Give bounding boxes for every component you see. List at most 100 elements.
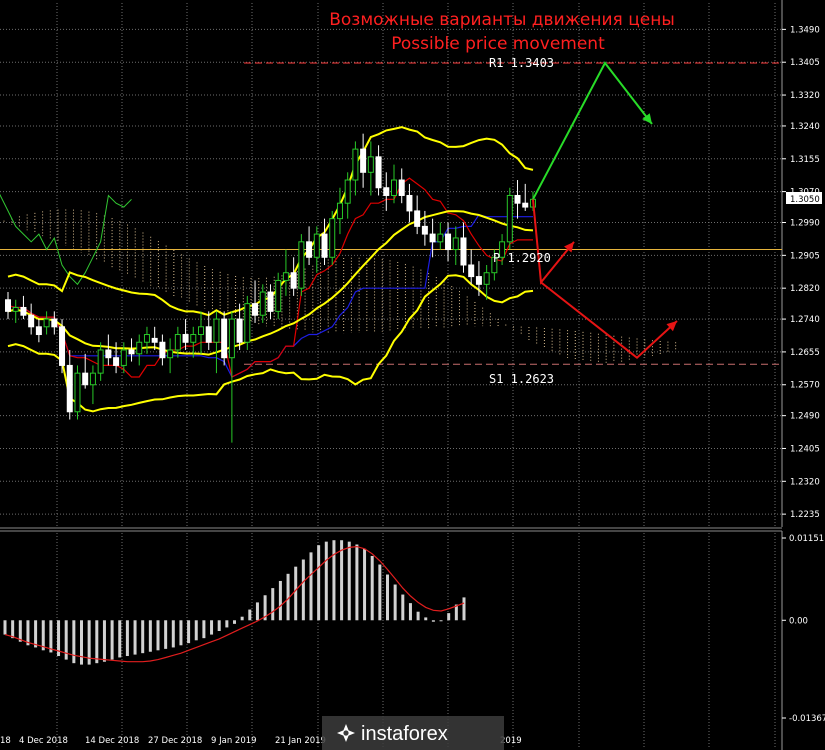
price-tick-label: 1.2405 — [790, 444, 820, 454]
candle-body — [468, 264, 475, 278]
macd-bar — [3, 620, 7, 635]
macd-bar — [355, 544, 359, 621]
macd-bar — [301, 559, 305, 621]
candle-body — [414, 210, 421, 227]
macd-bar — [102, 620, 106, 662]
macd-bar — [164, 620, 168, 649]
macd-bar — [271, 588, 275, 621]
candle-body — [244, 303, 251, 343]
macd-bar — [386, 574, 389, 621]
macd-bar — [240, 616, 244, 621]
price-tick-label: 1.3490 — [790, 25, 820, 35]
pivot-level-label: P 1.2920 — [493, 251, 551, 265]
price-tick-label: 1.2320 — [790, 477, 820, 487]
macd-bar — [156, 620, 160, 651]
candle-body — [151, 337, 158, 343]
time-tick-label: 14 Dec 2018 — [85, 736, 139, 746]
macd-bar — [408, 603, 412, 621]
time-tick-label: 27 Dec 2018 — [148, 736, 202, 746]
macd-tick-label: -0.01367 — [789, 714, 825, 724]
macd-bar — [431, 620, 435, 622]
candle-body — [460, 237, 467, 266]
candle-body — [5, 299, 11, 312]
time-tick-label: 21 Jan 2019 — [275, 736, 326, 746]
candle-body — [452, 237, 459, 251]
candle-body — [313, 233, 320, 258]
macd-bar — [11, 620, 15, 639]
macd-bar — [363, 548, 367, 621]
macd-bar — [416, 611, 420, 621]
price-tick-label: 1.3155 — [790, 155, 820, 165]
macd-bar — [125, 620, 129, 657]
macd-bar — [424, 617, 428, 621]
macd-bar — [317, 545, 321, 621]
candle-body — [429, 233, 436, 243]
price-tick-label: 1.2740 — [790, 315, 820, 325]
candle-body — [167, 349, 174, 359]
candle-body — [105, 349, 112, 359]
price-tick-label: 1.3405 — [790, 58, 820, 68]
candle-body — [391, 179, 397, 196]
candle-body — [74, 372, 81, 413]
macd-bar — [324, 541, 328, 621]
candle-body — [375, 156, 382, 189]
macd-bar — [393, 584, 397, 621]
time-tick-label: 9 Jan 2019 — [211, 736, 257, 746]
price-tick-label: 1.2820 — [790, 284, 820, 294]
price-tick-label: 1.2655 — [790, 348, 820, 358]
candle-body — [267, 291, 274, 312]
price-tick-label: 1.3320 — [790, 91, 820, 101]
background — [0, 0, 825, 750]
macd-bar — [179, 620, 183, 646]
candle-body — [306, 241, 313, 258]
macd-bar — [347, 541, 351, 621]
price-tick-label: 1.2570 — [790, 381, 820, 391]
macd-bar — [248, 609, 252, 621]
macd-bar — [309, 552, 313, 621]
macd-bar — [332, 540, 336, 621]
price-tick-label: 1.3240 — [790, 122, 820, 132]
candle-body — [120, 349, 127, 366]
macd-bar — [148, 620, 152, 652]
candle-body — [182, 334, 189, 343]
candle-body — [321, 233, 328, 258]
macd-bar — [34, 620, 38, 648]
candle-body — [360, 148, 367, 173]
candle-body — [213, 318, 220, 343]
instaforex-watermark: instaforex — [322, 716, 504, 750]
macd-bar — [95, 620, 99, 664]
candle-body — [252, 303, 259, 316]
candle-body — [190, 334, 197, 343]
macd-bar — [439, 620, 443, 622]
candle-body — [298, 241, 305, 289]
candle-body — [483, 272, 490, 285]
candle-body — [59, 326, 66, 366]
candle-body — [113, 357, 120, 366]
candle-body — [236, 318, 243, 343]
candle-body — [20, 306, 27, 316]
candle-body — [228, 318, 235, 359]
macd-bar — [294, 566, 298, 621]
candle-body — [97, 349, 104, 374]
s1-level-label: S1 1.2623 — [489, 372, 554, 386]
macd-bar — [447, 613, 451, 621]
candle-body — [205, 326, 212, 343]
price-tick-label: 1.2990 — [790, 219, 820, 229]
candle-body — [522, 202, 529, 208]
candle-body — [89, 372, 96, 386]
time-tick-label: 18 — [0, 736, 11, 746]
macd-bar — [110, 620, 114, 660]
candle-body — [66, 364, 73, 413]
macd-bar — [217, 620, 221, 632]
r1-level-label: R1 1.3403 — [489, 56, 554, 70]
chart-canvas: R1 1.3403 P 1.2920 S1 1.2623 Возможные в… — [0, 0, 825, 750]
macd-bar — [49, 620, 53, 653]
candle-body — [159, 341, 166, 359]
price-tick-label: 1.2490 — [790, 412, 820, 422]
candle-body — [275, 279, 282, 312]
candle-body — [329, 218, 336, 258]
macd-bar — [225, 620, 229, 628]
macd-bar — [171, 620, 175, 648]
price-tick-label: 1.2905 — [790, 251, 820, 261]
macd-bar — [401, 594, 405, 621]
